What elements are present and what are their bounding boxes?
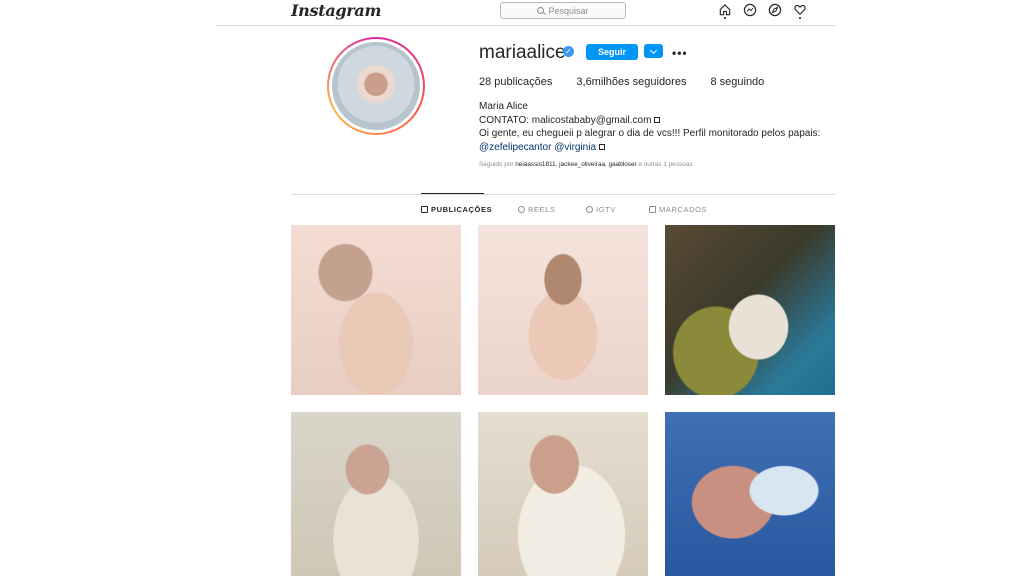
notification-dot — [799, 17, 801, 19]
messenger-icon[interactable] — [743, 3, 757, 19]
followed-by-users: neiaassis1811, jackee_oliveiraa, gaablos… — [515, 161, 637, 168]
post-thumbnail[interactable] — [291, 412, 461, 576]
follow-button[interactable]: Seguir — [586, 44, 638, 60]
profile-username: mariaalice — [479, 42, 566, 63]
followed-by-prefix: Seguido por — [479, 161, 514, 168]
bio-mentions[interactable]: @zefelipecantor @virginia — [479, 142, 596, 153]
search-input[interactable]: Pesquisar — [500, 2, 626, 19]
grid-icon — [421, 206, 428, 213]
post-thumbnail[interactable] — [478, 412, 648, 576]
post-thumbnail[interactable] — [478, 225, 648, 395]
tabs-divider — [291, 194, 835, 195]
profile-full-name: Maria Alice — [479, 101, 528, 112]
reels-icon — [518, 206, 525, 213]
bio-text: Oi gente, eu chegueii p alegrar o dia de… — [479, 128, 821, 140]
tab-label: REELS — [528, 205, 556, 214]
post-thumbnail[interactable] — [291, 225, 461, 395]
tab-reels[interactable]: REELS — [518, 205, 556, 214]
more-options-button[interactable]: ••• — [672, 46, 688, 60]
tagged-icon — [649, 206, 656, 213]
suggestions-dropdown-button[interactable] — [644, 44, 663, 58]
home-icon[interactable] — [718, 3, 732, 19]
nav-icons — [718, 3, 807, 19]
box-glyph-icon — [599, 144, 606, 151]
active-tab-indicator — [421, 193, 484, 194]
box-glyph-icon — [654, 116, 661, 123]
heart-icon[interactable] — [793, 3, 807, 19]
followed-by-line[interactable]: Seguido por neiaassis1811, jackee_olivei… — [479, 161, 692, 168]
verified-badge-icon: ✓ — [563, 46, 574, 57]
home-active-dot — [724, 17, 726, 19]
profile-bio: Maria Alice CONTATO: malicostababy@gmail… — [479, 100, 839, 154]
profile-avatar-ring[interactable] — [327, 37, 425, 135]
tab-publicacoes[interactable]: PUBLICAÇÕES — [421, 205, 492, 214]
top-navigation-bar: Instagram Pesquisar — [216, 0, 836, 26]
post-thumbnail[interactable] — [665, 225, 835, 395]
followers-count[interactable]: 3,6milhões seguidores — [576, 76, 686, 88]
post-thumbnail[interactable] — [665, 412, 835, 576]
search-icon — [537, 7, 545, 14]
instagram-logo[interactable]: Instagram — [291, 1, 381, 20]
profile-stats: 28 publicações 3,6milhões seguidores 8 s… — [479, 76, 788, 88]
instagram-profile-page: Instagram Pesquisar mariaalice ✓ Seguir … — [0, 0, 1024, 576]
tab-marcados[interactable]: MARCADOS — [649, 205, 707, 214]
profile-tabs: PUBLICAÇÕES REELS IGTV MARCADOS — [0, 205, 1024, 217]
posts-count: 28 publicações — [479, 76, 553, 88]
bio-contact: CONTATO: malicostababy@gmail.com — [479, 114, 652, 126]
tab-label: PUBLICAÇÕES — [431, 205, 493, 214]
igtv-icon — [586, 206, 593, 213]
following-count[interactable]: 8 seguindo — [710, 76, 764, 88]
search-placeholder: Pesquisar — [548, 5, 589, 16]
explore-icon[interactable] — [768, 3, 782, 19]
followed-by-suffix: e outras 1 pessoas — [638, 161, 693, 168]
tab-label: MARCADOS — [659, 205, 708, 214]
tab-label: IGTV — [596, 205, 616, 214]
bio-mentions-line: @zefelipecantor @virginia — [479, 141, 839, 155]
bio-contact-line: CONTATO: malicostababy@gmail.com — [479, 114, 839, 128]
profile-avatar — [332, 42, 420, 130]
tab-igtv[interactable]: IGTV — [586, 205, 616, 214]
